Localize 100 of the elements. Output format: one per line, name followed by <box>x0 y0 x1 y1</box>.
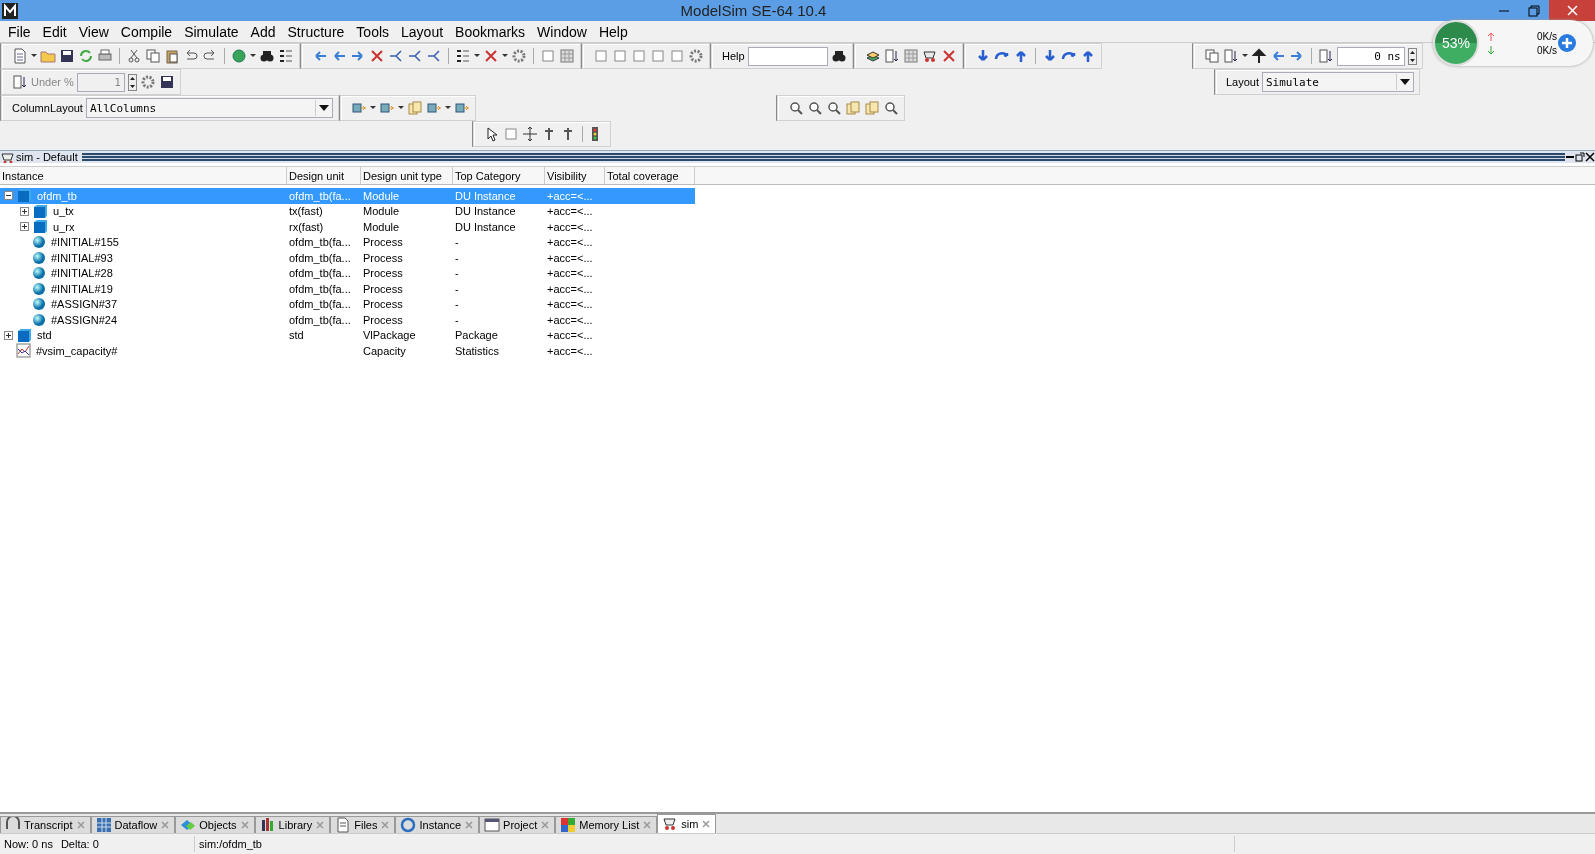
wagon-icon[interactable] <box>921 48 938 64</box>
gear-icon[interactable] <box>139 74 156 90</box>
tree-row[interactable]: #INITIAL#19 ofdm_tb(fa... Process - +acc=<... <box>0 281 695 297</box>
caret-icon[interactable] <box>1241 52 1248 60</box>
panel-grip-bar[interactable] <box>81 153 1565 161</box>
column-header[interactable]: Design unit <box>287 167 361 184</box>
panel-tab[interactable]: Project <box>479 816 556 833</box>
tree-row[interactable]: #INITIAL#28 ofdm_tb(fa... Process - +acc=<... <box>0 265 695 281</box>
binoculars-icon[interactable] <box>259 48 275 64</box>
tree-row[interactable]: #ASSIGN#37 ofdm_tb(fa... Process - +acc=<... <box>0 296 695 312</box>
column-header[interactable]: Total coverage <box>605 167 695 184</box>
menu-item[interactable]: Add <box>244 23 282 40</box>
scissors-icon[interactable] <box>126 48 142 64</box>
signal-icon[interactable] <box>350 100 367 116</box>
menu-item[interactable]: Tools <box>350 23 396 40</box>
caret-icon[interactable] <box>397 104 404 112</box>
signal-icon[interactable] <box>378 100 395 116</box>
tree-row[interactable]: std std VlPackage Package +acc=<... <box>0 327 695 343</box>
menu-item[interactable]: View <box>72 23 115 40</box>
binoculars-icon[interactable] <box>830 48 847 64</box>
search-icon[interactable] <box>806 100 823 116</box>
panel-tab[interactable]: Memory List <box>555 816 658 833</box>
signal-icon[interactable] <box>425 100 442 116</box>
tree-row[interactable]: u_tx tx(fast) Module DU Instance +acc=<... <box>0 203 695 219</box>
sort-icon[interactable] <box>1222 48 1239 64</box>
panel-tab[interactable]: Files <box>330 816 396 833</box>
menu-item[interactable]: Layout <box>395 23 450 40</box>
close-button[interactable] <box>1549 0 1595 21</box>
search-icon[interactable] <box>787 100 804 116</box>
sort-icon[interactable] <box>883 48 900 64</box>
branch-icon[interactable] <box>426 48 442 64</box>
menu-item[interactable]: Window <box>531 23 593 40</box>
column-header[interactable]: Instance <box>0 167 287 184</box>
copy-icon[interactable] <box>145 48 161 64</box>
save-icon[interactable] <box>59 48 75 64</box>
cross-icon[interactable] <box>940 48 957 64</box>
cross-icon[interactable] <box>369 48 385 64</box>
close-icon[interactable] <box>1585 152 1595 162</box>
tree-row[interactable]: #ASSIGN#24 ofdm_tb(fa... Process - +acc=<... <box>0 312 695 328</box>
circle-icon[interactable] <box>231 48 247 64</box>
search-icon[interactable] <box>882 100 899 116</box>
menu-item[interactable]: Compile <box>114 23 179 40</box>
caret-icon[interactable] <box>474 52 480 60</box>
signal-icon[interactable] <box>453 100 470 116</box>
plus-icon[interactable] <box>1557 33 1577 53</box>
list-icon[interactable] <box>278 48 294 64</box>
spin-arrows-icon[interactable] <box>1407 47 1417 65</box>
panel-tab[interactable]: Instance <box>395 816 480 833</box>
list-icon[interactable] <box>455 48 471 64</box>
menu-item[interactable]: File <box>2 23 37 40</box>
sort-icon[interactable] <box>1317 48 1334 64</box>
undock-icon[interactable] <box>1575 152 1585 162</box>
sort-icon[interactable] <box>12 74 28 90</box>
cross-icon[interactable] <box>483 48 499 64</box>
menu-item[interactable]: Help <box>592 23 634 40</box>
panel-tab[interactable]: Objects <box>175 816 255 833</box>
panel-tab[interactable]: Dataflow <box>90 816 176 833</box>
menu-item[interactable]: Bookmarks <box>449 23 532 40</box>
copy-icon[interactable] <box>1203 48 1220 64</box>
branch-icon[interactable] <box>407 48 423 64</box>
caret-icon[interactable] <box>502 52 508 60</box>
collapse-icon[interactable] <box>4 191 13 201</box>
dropdown-button[interactable] <box>314 100 332 116</box>
clipboard-icon[interactable] <box>164 48 180 64</box>
menu-item[interactable]: Structure <box>281 23 351 40</box>
arrow-up-icon[interactable] <box>1250 48 1267 64</box>
column-layout-select[interactable]: AllColumns <box>85 98 333 118</box>
gear-icon[interactable] <box>511 48 527 64</box>
printer-icon[interactable] <box>97 48 113 64</box>
panel-tab[interactable]: Transcript <box>0 816 91 833</box>
tree-row[interactable]: #vsim_capacity# Capacity Statistics +acc=<... <box>0 343 695 359</box>
caret-icon[interactable] <box>31 52 37 60</box>
document-icon[interactable] <box>12 48 28 64</box>
menu-item[interactable]: Edit <box>36 23 73 40</box>
expand-icon[interactable] <box>20 222 29 232</box>
panel-tab[interactable]: sim <box>657 814 717 833</box>
tree-row[interactable]: #INITIAL#93 ofdm_tb(fa... Process - +acc=<... <box>0 250 695 266</box>
save-icon[interactable] <box>158 74 175 90</box>
layout-select[interactable]: Simulate <box>1262 72 1414 92</box>
menu-item[interactable]: Simulate <box>178 23 245 40</box>
caret-icon[interactable] <box>444 104 451 112</box>
branch-icon[interactable] <box>388 48 404 64</box>
column-header[interactable]: Visibility <box>545 167 605 184</box>
dropdown-button[interactable] <box>1396 74 1413 90</box>
panel-tab[interactable]: Library <box>254 816 331 833</box>
tree-row[interactable]: #INITIAL#155 ofdm_tb(fa... Process - +acc=<... <box>0 234 695 250</box>
expand-icon[interactable] <box>20 206 29 216</box>
gear-icon[interactable] <box>688 48 704 64</box>
help-search-field[interactable] <box>747 46 828 66</box>
caret-icon[interactable] <box>250 52 256 60</box>
expand-icon[interactable] <box>4 330 13 340</box>
move-icon[interactable] <box>522 126 538 142</box>
tree-row[interactable]: u_rx rx(fast) Module DU Instance +acc=<... <box>0 219 695 235</box>
spin-arrows-icon[interactable] <box>127 73 137 91</box>
pointer-icon[interactable] <box>484 126 500 142</box>
search-icon[interactable] <box>825 100 842 116</box>
caret-icon[interactable] <box>369 104 376 112</box>
column-header[interactable]: Design unit type <box>361 167 453 184</box>
time-field[interactable]: 0 ns <box>1336 46 1405 66</box>
column-header[interactable]: Top Category <box>453 167 545 184</box>
